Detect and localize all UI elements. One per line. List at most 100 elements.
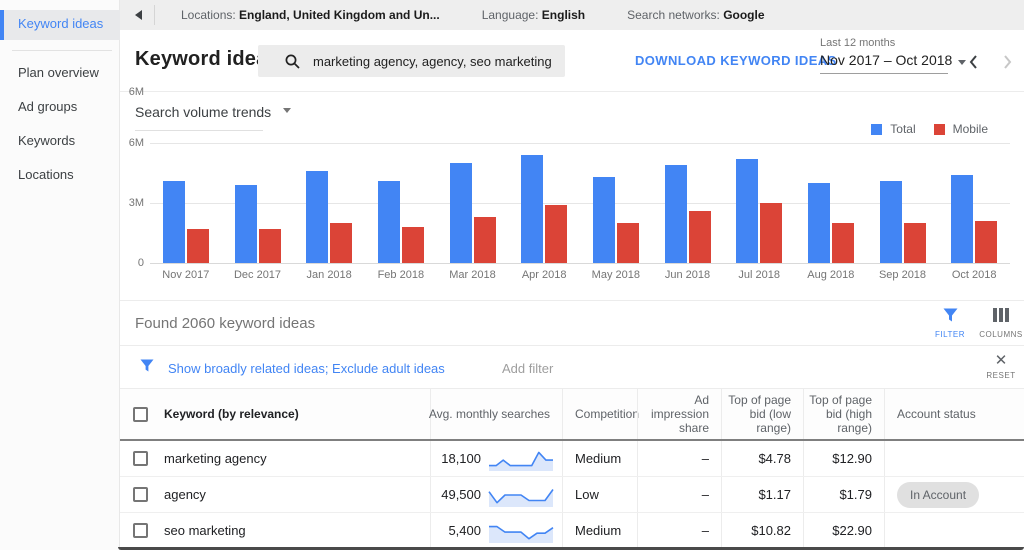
sidebar-item-ad-groups[interactable]: Ad groups [0,90,120,124]
filter-bar: Show broadly related ideas; Exclude adul… [120,345,1024,388]
header-account-status: Account status [884,389,1024,439]
locations-setting[interactable]: Locations: England, United Kingdom and U… [181,8,440,22]
keyword-cell: marketing agency [164,451,267,466]
select-all-checkbox[interactable] [132,406,148,422]
x-axis-label: Nov 2017 [162,269,210,281]
table-row: seo marketing 5,400 Medium – $10.82 $22.90 [120,513,1024,549]
collapse-panel-icon[interactable] [130,10,142,20]
avg-monthly-searches-cell: 49,500 [430,477,562,512]
language-value: English [541,8,586,22]
x-axis-label: Dec 2017 [233,269,282,281]
competition-cell: Medium [562,513,637,548]
applied-filter-icon[interactable] [140,359,154,372]
sidebar-item-plan-overview[interactable]: Plan overview [0,56,120,90]
search-networks-value: Google [723,8,765,22]
keyword-search-input[interactable]: marketing agency, agency, seo marketing [258,45,565,77]
columns-button[interactable]: COLUMNS [979,308,1023,339]
row-checkbox[interactable] [132,487,148,502]
x-axis-label: Jun 2018 [664,269,711,281]
search-networks-setting[interactable]: Search networks: Google [627,8,764,22]
date-range-caret-icon[interactable] [958,60,966,69]
trend-sparkline [488,488,554,507]
keyword-cell: agency [164,487,206,502]
bar-total-1 [234,185,257,263]
filter-icon [943,308,957,322]
x-axis-baseline [150,263,1010,264]
download-keyword-ideas-button[interactable]: DOWNLOAD KEYWORD IDEAS [635,53,837,68]
header-ad-impression-share: Ad impression share [637,389,721,439]
filter-button[interactable]: FILTER [928,308,972,339]
bar-total-9 [807,183,830,263]
y-axis-tick-0: 0 [137,257,144,269]
sidebar-item-keyword-ideas[interactable]: Keyword ideas [0,10,120,40]
bar-mobile-8 [760,203,783,263]
competition-cell: Low [562,477,637,512]
competition-cell: Medium [562,441,637,476]
bar-total-11 [951,175,974,263]
header-competition: Competition [562,389,639,439]
bar-total-5 [521,155,544,263]
bid-high-cell: $12.90 [803,441,884,476]
reset-x-icon: ✕ [994,352,1008,369]
x-axis-label: Sep 2018 [878,269,927,281]
applied-filters-link[interactable]: Show broadly related ideas; Exclude adul… [168,361,445,376]
search-volume-section: Search volume trends Total Mobile 6M 6M … [120,86,1024,300]
avg-monthly-searches-value: 49,500 [441,487,481,502]
y-axis-tick-6m: 6M [128,137,144,149]
total-swatch-icon [871,123,883,135]
ad-impression-share-cell: – [637,477,721,512]
y-axis-tick-6m: 6M [128,86,144,98]
chart-type-caret-icon [283,108,292,117]
header-top-of-page-bid-high: Top of page bid (high range) [803,389,884,439]
topbar-divider [154,5,155,25]
chart-x-labels: Nov 2017 Dec 2017 Jan 2018 Feb 2018 Mar 2018… [150,269,1010,283]
sidebar-item-keywords[interactable]: Keywords [0,124,120,158]
bar-mobile-11 [975,221,998,263]
bar-mobile-5 [545,205,568,263]
avg-monthly-searches-cell: 18,100 [430,441,562,476]
search-query-text: marketing agency, agency, seo marketing [313,53,552,69]
legend-label-mobile: Mobile [952,122,988,136]
keyword-ideas-table: Keyword (by relevance) Avg. monthly sear… [120,388,1024,549]
row-checkbox[interactable] [132,523,148,538]
bar-total-8 [736,159,759,263]
avg-monthly-searches-cell: 5,400 [430,513,562,548]
table-header-row: Keyword (by relevance) Avg. monthly sear… [120,388,1024,441]
x-axis-label: Aug 2018 [807,269,855,281]
bid-low-cell: $1.17 [721,477,803,512]
bar-total-2 [306,171,329,263]
sidebar: Keyword ideas Plan overview Ad groups Ke… [0,0,120,550]
dropdown-underline [135,130,263,131]
x-axis-label: Oct 2018 [951,269,997,281]
date-range-value[interactable]: Nov 2017 – Oct 2018 [820,52,952,74]
bar-mobile-4 [473,217,496,263]
results-count: Found 2060 keyword ideas [135,315,316,332]
language-setting[interactable]: Language: English [482,8,585,22]
bar-mobile-9 [831,223,854,263]
trend-sparkline [489,451,553,471]
reset-label: RESET [986,371,1016,380]
chart-type-dropdown[interactable]: Search volume trends [135,104,292,120]
bar-mobile-3 [401,227,424,263]
next-period-icon[interactable] [1002,54,1013,70]
sidebar-item-locations[interactable]: Locations [0,158,120,192]
sidebar-divider [12,50,112,51]
x-axis-label: May 2018 [591,269,640,281]
bar-mobile-1 [258,229,281,263]
search-icon [285,54,300,69]
date-range-picker[interactable]: Last 12 months Nov 2017 – Oct 2018 [820,37,952,74]
add-filter-button[interactable]: Add filter [502,361,553,376]
date-range-caption: Last 12 months [820,37,896,49]
bar-total-3 [377,181,400,263]
avg-monthly-searches-value: 18,100 [441,451,481,466]
account-status-cell [884,441,1024,476]
bar-mobile-0 [186,229,209,263]
bid-low-cell: $4.78 [721,441,803,476]
reset-filters-button[interactable]: ✕ RESET [986,353,1016,380]
gridline-6m [150,143,1010,144]
locations-label: Locations: [181,8,236,22]
bar-total-10 [879,181,902,263]
previous-period-icon[interactable] [968,54,979,70]
bar-mobile-7 [688,211,711,263]
row-checkbox[interactable] [132,451,148,466]
